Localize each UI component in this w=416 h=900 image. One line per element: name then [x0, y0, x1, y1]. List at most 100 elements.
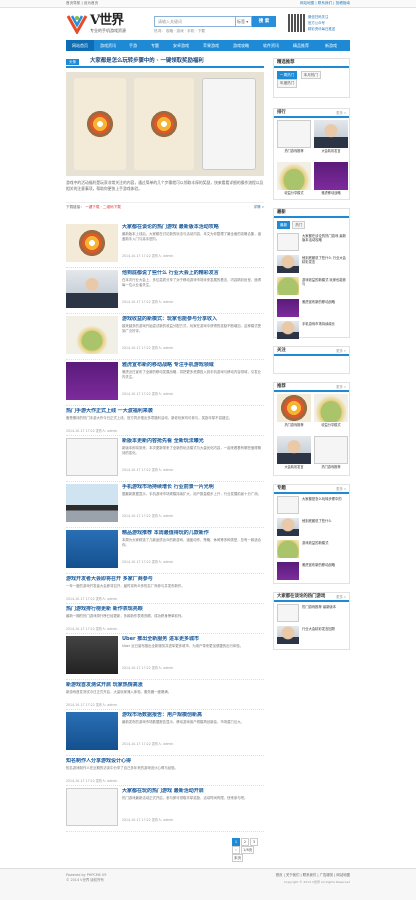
search-input[interactable]: 请输入关键词	[154, 16, 236, 27]
grid-thumbnail	[277, 436, 311, 464]
page-link[interactable]: 3	[250, 838, 258, 846]
nav-item-home[interactable]: 网站首页	[66, 40, 94, 51]
post-thumbnail[interactable]	[66, 484, 118, 522]
featured-phone-left	[74, 78, 126, 170]
more-link[interactable]: 更多 »	[336, 487, 346, 491]
top-bar: 首页导航 | 设为首页 网站地图 | 联系我们 | 投稿指南	[0, 0, 416, 8]
mini-item[interactable]: 手机游戏市场持续增长	[277, 321, 346, 341]
side-box-picks: 精选推荐 一周热门 本月热门 年度热门	[273, 58, 350, 98]
page-link[interactable]: ›	[232, 846, 240, 854]
tab-hot[interactable]: 热门	[292, 221, 306, 230]
search-type-select[interactable]: 标签 ▾	[236, 16, 252, 27]
grid-item[interactable]: 大会精彩发言	[314, 120, 348, 153]
tab-latest[interactable]: 最新	[277, 221, 291, 230]
post-thumbnail[interactable]	[66, 362, 118, 400]
post-title[interactable]: 游戏收益的新模式：玩家也能参与分享收入	[122, 316, 264, 322]
mini-item[interactable]: 大家都在谈论的热门游戏 最新版本活动攻略	[277, 233, 346, 253]
featured-title[interactable]: 大家都是怎么玩转步骤中的 · 一键领取奖励福利	[90, 58, 204, 65]
search-button[interactable]: 搜 索	[252, 16, 276, 27]
grid-item[interactable]: 热门游戏推荐	[314, 436, 348, 469]
nav-item-android[interactable]: 安卓游戏	[166, 40, 196, 51]
featured-image[interactable]	[66, 72, 264, 176]
top-bar-left[interactable]: 首页导航 | 设为首页	[66, 1, 98, 5]
post-meta: 2014-10-17 17:22 发布人: admin	[122, 560, 174, 564]
nav-item-new-games[interactable]: 新游戏	[316, 40, 346, 51]
post-title[interactable]: 热门手游大作正式上线 一大波福利来袭	[66, 408, 264, 414]
header-qr-block: 微信扫码关注 官方公众号 精彩资讯每日推送	[288, 14, 352, 36]
mini-item[interactable]: 游戏收益的新模式	[277, 540, 346, 560]
post-thumbnail[interactable]	[66, 270, 118, 308]
post-title[interactable]: 雅虎宣布新的移动战略 专注手机游戏领域	[122, 362, 264, 368]
tab-month[interactable]: 本月热门	[300, 71, 322, 80]
mini-item[interactable]: 他到底都说了些什么 行业大会精彩发言	[277, 255, 346, 275]
mini-item[interactable]: 热门游戏推荐 最新版本	[277, 604, 346, 624]
post-title[interactable]: 他到底都说了些什么 行业大会上的精彩发言	[122, 270, 264, 276]
grid-caption: 收益分享模式	[284, 191, 304, 195]
post-title[interactable]: 手机游戏市场持续增长 行业前景一片光明	[122, 484, 264, 490]
page-link[interactable]: 2	[241, 838, 249, 846]
post-title[interactable]: Uber 推出全新服务 进军更多城市	[122, 636, 264, 642]
post-thumbnail[interactable]	[66, 530, 118, 568]
post-title[interactable]: 大家都在玩的热门游戏 最新活动开启	[122, 788, 264, 794]
post-title[interactable]: 精品游戏推荐 本周最值得玩的几款新作	[122, 530, 264, 536]
mini-item[interactable]: 雅虎宣布新的移动战略	[277, 562, 346, 582]
more-link[interactable]: 更多 »	[336, 385, 346, 389]
site-logo[interactable]: V世界 专业的手机游戏资源	[66, 13, 126, 36]
grid-item[interactable]: 雅虎移动战略	[314, 162, 348, 195]
more-link[interactable]: 更多 »	[336, 349, 346, 353]
post-title[interactable]: 大家都在谈论的热门游戏 最新版本活动攻略	[122, 224, 264, 230]
nav-item-ios[interactable]: 苹果游戏	[196, 40, 226, 51]
post-description: 新游戏首发测试今日正式开启，大量玩家涌入体验，服务器一度爆满。	[66, 690, 172, 694]
post-item: 新版本更新内容抢先看 全新玩法曝光 新版本即将到来，本次更新带来了全新的玩法模式与…	[66, 438, 264, 482]
more-link[interactable]: 更多 »	[336, 595, 346, 599]
post-thumbnail[interactable]	[66, 224, 118, 262]
nav-item-software[interactable]: 软件资讯	[256, 40, 286, 51]
post-title[interactable]: 知名制作人分享游戏设计心得	[66, 758, 264, 764]
hot-words[interactable]: 热词： 攻略 · 游戏 · 手机 · 下载	[154, 29, 205, 33]
post-thumbnail[interactable]	[66, 712, 118, 750]
tab-week[interactable]: 一周热门	[277, 71, 298, 80]
featured-download-links[interactable]: 一键下载 · 二维码下载	[85, 205, 121, 209]
nav-item-topics[interactable]: 专题	[144, 40, 166, 51]
post-thumbnail[interactable]	[66, 438, 118, 476]
mini-item[interactable]: 雅虎宣布新的移动战略	[277, 299, 346, 319]
post-item: 精品游戏推荐 本周最值得玩的几款新作 本周为大家精选了几款品质出众的新游戏，涵盖动…	[66, 530, 264, 574]
grid-item[interactable]: 热门游戏推荐	[277, 394, 311, 427]
nav-item-mobile-games[interactable]: 手游	[122, 40, 144, 51]
mini-item[interactable]: 大家都是怎么玩转步骤中的	[277, 496, 346, 516]
tab-year[interactable]: 年度热门	[277, 79, 298, 88]
post-thumbnail[interactable]	[66, 788, 118, 826]
nav-item-news[interactable]: 游戏资讯	[94, 40, 122, 51]
page-link[interactable]: 1/8页	[241, 846, 255, 854]
mini-item[interactable]: 行业大会精彩发言回顾	[277, 626, 346, 646]
grid-thumbnail	[277, 394, 311, 422]
top-bar-right[interactable]: 网站地图 | 联系我们 | 投稿指南	[300, 1, 350, 5]
grid-item[interactable]: 收益分享模式	[277, 162, 311, 195]
grid-item[interactable]: 大会精彩发言	[277, 436, 311, 469]
featured-meta: 下载链接： 一键下载 · 二维码下载 详情 »	[66, 202, 264, 209]
page-link[interactable]: 1	[232, 838, 240, 846]
post-title[interactable]: 新游戏首发测试开启 玩家热情高涨	[66, 682, 264, 688]
post-title[interactable]: 游戏开发者大会即将召开 多家厂商参与	[66, 576, 264, 582]
post-thumbnail[interactable]	[66, 636, 118, 674]
mini-thumbnail	[277, 562, 299, 580]
mini-item[interactable]: 游戏收益的新模式 玩家也能参与	[277, 277, 346, 297]
post-description: 最新版本上线后，大家都在讨论新的玩法与活动内容，本文为你整理了最全面的攻略合集，…	[122, 232, 262, 241]
mini-thumbnail	[277, 496, 299, 514]
more-link[interactable]: 更多 »	[336, 111, 346, 115]
latest-tabs: 最新 热门	[277, 221, 346, 230]
nav-item-guides[interactable]: 游戏攻略	[226, 40, 256, 51]
post-title[interactable]: 游戏市场数据报告：用户规模创新高	[122, 712, 264, 718]
mini-item[interactable]: 他到底都说了些什么	[277, 518, 346, 538]
footer-links[interactable]: 首页 | 关于我们 | 联系我们 | 广告服务 | 网站地图	[276, 873, 350, 877]
grid-item[interactable]: 收益分享模式	[314, 394, 348, 427]
post-description: Uber 近日宣布推出全新服务并进军更多城市，为用户带来更加便捷的出行体验。	[122, 644, 244, 648]
featured-more-link[interactable]: 详情 »	[253, 205, 264, 209]
page-link[interactable]: 末页	[232, 854, 244, 862]
post-item: 游戏收益的新模式：玩家也能参与分享收入 越来越多的游戏开始尝试新的收益分配方式，玩…	[66, 316, 264, 360]
post-title[interactable]: 新版本更新内容抢先看 全新玩法曝光	[122, 438, 264, 444]
post-title[interactable]: 热门游戏排行榜更新 新作表现亮眼	[66, 606, 264, 612]
post-thumbnail[interactable]	[66, 316, 118, 354]
grid-item[interactable]: 热门游戏推荐	[277, 120, 311, 153]
nav-item-featured[interactable]: 精品推荐	[286, 40, 316, 51]
